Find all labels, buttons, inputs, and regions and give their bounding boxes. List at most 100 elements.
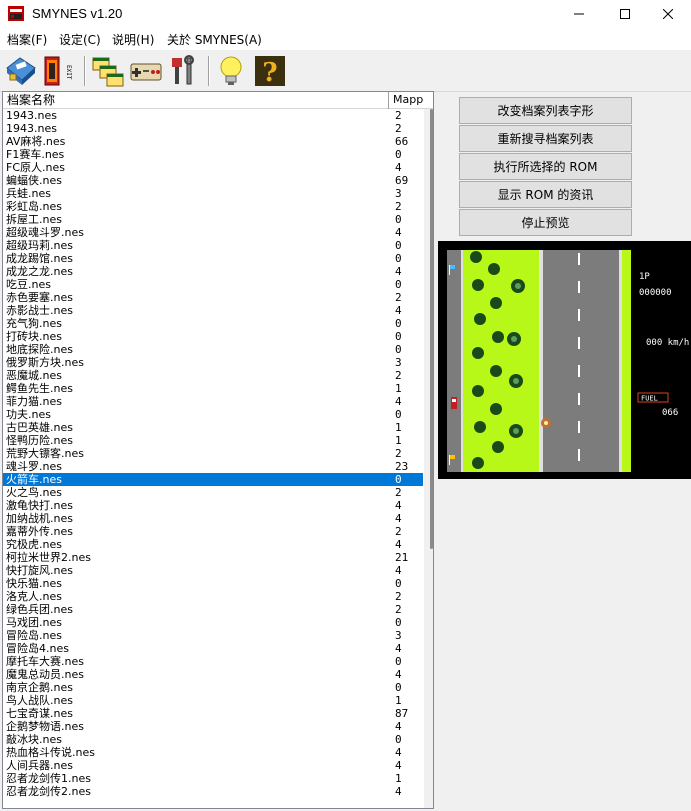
rom-mapper: 0	[395, 408, 402, 421]
list-item[interactable]: 成龙之龙.nes 4	[3, 265, 423, 278]
score-readout: 000000	[639, 288, 672, 298]
list-header: 档案名称 Mapper	[3, 92, 433, 109]
column-header-mapper[interactable]: Mapper	[390, 92, 424, 109]
list-item[interactable]: 菲力猫.nes 4	[3, 395, 423, 408]
scrollbar-thumb[interactable]	[430, 109, 433, 549]
list-item[interactable]: 怪鸭历险.nes 1	[3, 434, 423, 447]
list-item[interactable]: 冒险岛.nes 3	[3, 629, 423, 642]
list-item[interactable]: 敲冰块.nes 0	[3, 733, 423, 746]
list-item[interactable]: 魂斗罗.nes 23	[3, 460, 423, 473]
rom-filename: 荒野大镖客.nes	[6, 447, 84, 460]
list-item[interactable]: 企鹅梦物语.nes 4	[3, 720, 423, 733]
rom-filename: 激龟快打.nes	[6, 499, 73, 512]
close-button[interactable]	[645, 0, 691, 28]
list-item[interactable]: 人间兵器.nes 4	[3, 759, 423, 772]
game-preview: 1P 000000 000 km/h FUEL 066	[438, 241, 691, 479]
menu-file[interactable]: 档案(F)	[7, 31, 47, 48]
tools-icon[interactable]	[167, 54, 201, 88]
list-item[interactable]: 充气狗.nes 0	[3, 317, 423, 330]
rom-mapper: 4	[395, 161, 402, 174]
rom-filename: 吃豆.nes	[6, 278, 51, 291]
list-item[interactable]: 恶魔城.nes 2	[3, 369, 423, 382]
list-item[interactable]: 热血格斗传说.nes 4	[3, 746, 423, 759]
column-header-filename[interactable]: 档案名称	[3, 92, 389, 109]
list-item[interactable]: 荒野大镖客.nes 2	[3, 447, 423, 460]
rom-mapper: 3	[395, 629, 402, 642]
list-item[interactable]: 柯拉米世界2.nes 21	[3, 551, 423, 564]
change-list-font-button[interactable]: 改变档案列表字形	[459, 97, 632, 124]
list-item[interactable]: 古巴英雄.nes 1	[3, 421, 423, 434]
list-item[interactable]: 绿色兵团.nes 2	[3, 603, 423, 616]
rom-mapper: 2	[395, 109, 402, 122]
rom-filename: 摩托车大赛.nes	[6, 655, 84, 668]
fuel-label: FUEL	[641, 395, 658, 403]
rom-mapper: 87	[395, 707, 409, 720]
show-rom-info-button[interactable]: 显示 ROM 的资讯	[459, 181, 632, 208]
list-item[interactable]: 火箭车.nes 0	[3, 473, 423, 486]
list-rows: 1943.nes 2 1943.nes 2 AV麻将.nes 66 F1赛车.nes 0 FC原…	[3, 109, 423, 798]
list-item[interactable]: 火之鸟.nes 2	[3, 486, 423, 499]
rom-mapper: 0	[395, 213, 402, 226]
list-item[interactable]: 鳄鱼先生.nes 1	[3, 382, 423, 395]
rom-mapper: 4	[395, 395, 402, 408]
menu-help[interactable]: 说明(H)	[112, 31, 154, 48]
rom-filename: 魂斗罗.nes	[6, 460, 62, 473]
rom-filename: 充气狗.nes	[6, 317, 62, 330]
list-item[interactable]: 1943.nes 2	[3, 109, 423, 122]
menu-settings[interactable]: 设定(C)	[59, 31, 101, 48]
windows-icon[interactable]	[91, 54, 125, 88]
list-item[interactable]: AV麻将.nes 66	[3, 135, 423, 148]
list-item[interactable]: 兵蛙.nes 3	[3, 187, 423, 200]
list-item[interactable]: 打砖块.nes 0	[3, 330, 423, 343]
list-item[interactable]: 马戏团.nes 0	[3, 616, 423, 629]
maximize-button[interactable]	[602, 0, 648, 28]
list-item[interactable]: 蝙蝠侠.nes 69	[3, 174, 423, 187]
gamepad-icon[interactable]	[129, 54, 163, 88]
list-item[interactable]: 究极虎.nes 4	[3, 538, 423, 551]
run-rom-button[interactable]: 执行所选择的 ROM	[459, 153, 632, 180]
list-item[interactable]: 赤影战士.nes 4	[3, 304, 423, 317]
list-item[interactable]: 激龟快打.nes 4	[3, 499, 423, 512]
list-item[interactable]: 忍者龙剑传2.nes 4	[3, 785, 423, 798]
list-item[interactable]: 拆屋工.nes 0	[3, 213, 423, 226]
list-item[interactable]: 冒险岛4.nes 4	[3, 642, 423, 655]
list-item[interactable]: 嘉蒂外传.nes 2	[3, 525, 423, 538]
list-item[interactable]: 俄罗斯方块.nes 3	[3, 356, 423, 369]
rom-filename: 恶魔城.nes	[6, 369, 62, 382]
list-item[interactable]: 超级玛莉.nes 0	[3, 239, 423, 252]
rom-mapper: 0	[395, 252, 402, 265]
menu-about[interactable]: 关於 SMYNES(A)	[167, 31, 262, 48]
rom-list[interactable]: 档案名称 Mapper 1943.nes 2 1943.nes 2 AV麻将.nes 66…	[2, 91, 434, 809]
list-item[interactable]: 1943.nes 2	[3, 122, 423, 135]
list-item[interactable]: 地底探险.nes 0	[3, 343, 423, 356]
rom-info-icon[interactable]	[4, 54, 38, 88]
minimize-button[interactable]	[556, 0, 602, 28]
list-item[interactable]: 鸟人战队.nes 1	[3, 694, 423, 707]
list-item[interactable]: FC原人.nes 4	[3, 161, 423, 174]
help-icon[interactable]: ?	[253, 54, 287, 88]
rom-mapper: 2	[395, 590, 402, 603]
lightbulb-icon[interactable]	[214, 54, 248, 88]
list-item[interactable]: 成龙踢馆.nes 0	[3, 252, 423, 265]
rom-mapper: 4	[395, 538, 402, 551]
list-item[interactable]: 南京企鹅.nes 0	[3, 681, 423, 694]
list-item[interactable]: 功夫.nes 0	[3, 408, 423, 421]
list-item[interactable]: 七宝奇谋.nes 87	[3, 707, 423, 720]
stop-preview-button[interactable]: 停止预览	[459, 209, 632, 236]
list-item[interactable]: 忍者龙剑传1.nes 1	[3, 772, 423, 785]
list-item[interactable]: 超级魂斗罗.nes 4	[3, 226, 423, 239]
list-item[interactable]: 赤色要塞.nes 2	[3, 291, 423, 304]
list-item[interactable]: 快打旋风.nes 4	[3, 564, 423, 577]
list-item[interactable]: 摩托车大赛.nes 0	[3, 655, 423, 668]
list-item[interactable]: 魔鬼总动员.nes 4	[3, 668, 423, 681]
list-item[interactable]: 加纳战机.nes 4	[3, 512, 423, 525]
list-item[interactable]: 洛克人.nes 2	[3, 590, 423, 603]
rescan-list-button[interactable]: 重新搜寻档案列表	[459, 125, 632, 152]
vertical-scrollbar[interactable]	[424, 109, 433, 808]
list-item[interactable]: F1赛车.nes 0	[3, 148, 423, 161]
list-item[interactable]: 吃豆.nes 0	[3, 278, 423, 291]
list-item[interactable]: 彩虹岛.nes 2	[3, 200, 423, 213]
exit-icon[interactable]: EXIT	[42, 54, 76, 88]
list-item[interactable]: 快乐猫.nes 0	[3, 577, 423, 590]
rom-filename: 鳄鱼先生.nes	[6, 382, 73, 395]
